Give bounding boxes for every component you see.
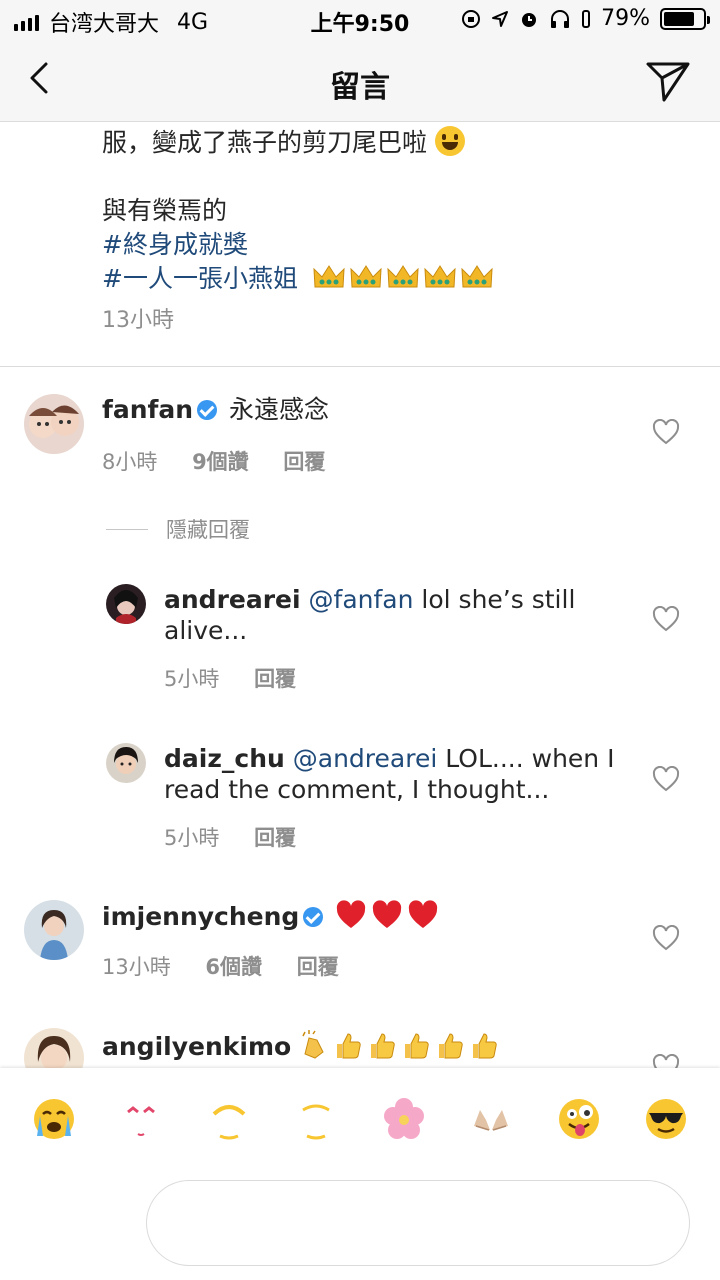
smiling-face-icon[interactable] bbox=[293, 1096, 339, 1142]
heart-outline-icon[interactable] bbox=[652, 766, 680, 792]
comment-text: lol she’s still bbox=[421, 585, 576, 614]
reply-button[interactable]: 回覆 bbox=[283, 450, 325, 474]
red-heart-emoji-group bbox=[335, 900, 443, 931]
hide-replies-button[interactable]: 隱藏回覆 bbox=[106, 514, 250, 544]
comment-username[interactable]: andrearei bbox=[164, 585, 301, 614]
comment-meta: 5小時 回覆 bbox=[164, 822, 324, 852]
battery-percent: 79% bbox=[601, 6, 650, 31]
divider-line bbox=[106, 528, 148, 530]
crown-emoji-icon bbox=[460, 263, 494, 291]
avatar[interactable] bbox=[24, 900, 84, 960]
clap-emoji-group bbox=[299, 1030, 503, 1061]
emoji-row bbox=[0, 1096, 720, 1142]
hashtag-link[interactable]: #終身成就獎 bbox=[102, 228, 682, 262]
cherry-blossom-icon[interactable] bbox=[381, 1096, 427, 1142]
crying-face-icon[interactable] bbox=[31, 1096, 77, 1142]
heart-eyes-face-icon[interactable] bbox=[118, 1096, 164, 1142]
verified-badge-icon bbox=[197, 400, 218, 420]
clapping-hands-icon bbox=[299, 1030, 329, 1060]
mention-link[interactable]: @fanfan bbox=[309, 585, 414, 614]
comment-meta: 5小時 回覆 bbox=[164, 663, 324, 693]
comment-text: LOL.... when I bbox=[445, 744, 615, 773]
caption-hashtag-row: #一人一張小燕姐 bbox=[102, 262, 682, 296]
comment-time: 5小時 bbox=[164, 667, 220, 691]
battery-fill bbox=[664, 11, 695, 26]
avatar[interactable] bbox=[106, 584, 146, 624]
location-icon bbox=[492, 10, 509, 27]
heart-outline-icon[interactable] bbox=[652, 419, 680, 445]
reply-button[interactable]: 回覆 bbox=[254, 826, 296, 850]
comment-time: 13小時 bbox=[102, 955, 171, 979]
reply-button[interactable]: 回覆 bbox=[297, 955, 339, 979]
hashtag-link[interactable]: #一人一張小燕姐 bbox=[102, 264, 298, 293]
grinning-face-icon bbox=[434, 126, 465, 156]
comment-body: angilyenkimo bbox=[102, 1030, 642, 1062]
avatar[interactable] bbox=[24, 394, 84, 454]
thumbs-up-icon bbox=[367, 1030, 397, 1060]
caption-spacer bbox=[102, 160, 682, 194]
comment-meta: 8小時 9個讚 回覆 bbox=[102, 446, 353, 476]
crown-emoji-icon bbox=[386, 263, 420, 291]
comment-username[interactable]: fanfan bbox=[102, 395, 193, 424]
crown-emoji-icon bbox=[349, 263, 383, 291]
nav-header: 留言 bbox=[0, 40, 720, 122]
sunglasses-face-icon[interactable] bbox=[643, 1096, 689, 1142]
comment-text-continued: alive... bbox=[164, 616, 248, 645]
reply-button[interactable]: 回覆 bbox=[254, 667, 296, 691]
heart-outline-icon[interactable] bbox=[652, 925, 680, 951]
comment-time: 8小時 bbox=[102, 450, 158, 474]
page-title: 留言 bbox=[330, 70, 390, 105]
comment-text: 永遠感念 bbox=[229, 395, 330, 424]
avatar-image bbox=[40, 910, 68, 960]
zany-face-icon[interactable] bbox=[556, 1096, 602, 1142]
thumbs-up-icon bbox=[435, 1030, 465, 1060]
status-right: 79% bbox=[461, 6, 710, 31]
paper-plane-icon[interactable] bbox=[644, 56, 692, 104]
crown-emoji-group bbox=[312, 264, 497, 293]
comment-meta: 13小時 6個讚 回覆 bbox=[102, 951, 367, 981]
headphones-icon bbox=[551, 9, 570, 28]
raising-hands-icon[interactable] bbox=[468, 1096, 514, 1142]
crown-emoji-icon bbox=[312, 263, 346, 291]
comment-time: 5小時 bbox=[164, 826, 220, 850]
reply-body: andrearei @fanfan lol she’s still alive.… bbox=[164, 584, 634, 646]
thumbs-up-icon bbox=[333, 1030, 363, 1060]
verified-badge-icon bbox=[303, 907, 324, 927]
comment-text-continued: read the comment, I thought... bbox=[164, 775, 550, 804]
comment-input[interactable] bbox=[146, 1180, 690, 1266]
caption-line-2: 與有榮焉的 bbox=[102, 196, 228, 225]
caption-line-1: 服，變成了燕子的剪刀尾巴啦 bbox=[102, 126, 682, 160]
caption-time: 13小時 bbox=[102, 308, 174, 333]
red-heart-emoji-icon bbox=[335, 900, 367, 930]
thumbs-up-icon bbox=[469, 1030, 499, 1060]
comment-body: fanfan 永遠感念 bbox=[102, 394, 642, 425]
avatar-image bbox=[29, 405, 79, 438]
comment-body: imjennycheng bbox=[102, 900, 642, 932]
heart-outline-icon[interactable] bbox=[652, 606, 680, 632]
red-heart-emoji-icon bbox=[407, 900, 439, 930]
crown-emoji-icon bbox=[423, 263, 457, 291]
comment-likes[interactable]: 9個讚 bbox=[192, 450, 249, 474]
avatar[interactable] bbox=[106, 743, 146, 783]
post-caption: 服，變成了燕子的剪刀尾巴啦 與有榮焉的 #終身成就獎 #一人一張小燕姐 13小時 bbox=[102, 126, 682, 338]
status-bar: 台湾大哥大 4G 上午9:50 79% bbox=[0, 0, 720, 40]
red-heart-emoji-icon bbox=[371, 900, 403, 930]
comment-likes[interactable]: 6個讚 bbox=[205, 955, 262, 979]
smiling-face-icon[interactable] bbox=[206, 1096, 252, 1142]
battery-icon bbox=[660, 7, 710, 30]
avatar-image bbox=[114, 747, 138, 774]
vibrate-icon bbox=[582, 9, 591, 28]
divider bbox=[0, 366, 720, 367]
emoji-reply-bar bbox=[0, 1068, 720, 1280]
rotation-lock-icon bbox=[462, 9, 481, 28]
alarm-icon bbox=[522, 12, 537, 27]
thumbs-up-icon bbox=[401, 1030, 431, 1060]
comment-username[interactable]: angilyenkimo bbox=[102, 1032, 291, 1061]
avatar-image bbox=[114, 590, 138, 624]
mention-link[interactable]: @andrearei bbox=[293, 744, 438, 773]
comment-username[interactable]: imjennycheng bbox=[102, 902, 299, 931]
hide-replies-label: 隱藏回覆 bbox=[166, 518, 250, 542]
comment-username[interactable]: daiz_chu bbox=[164, 744, 285, 773]
reply-body: daiz_chu @andrearei LOL.... when I read … bbox=[164, 743, 634, 805]
